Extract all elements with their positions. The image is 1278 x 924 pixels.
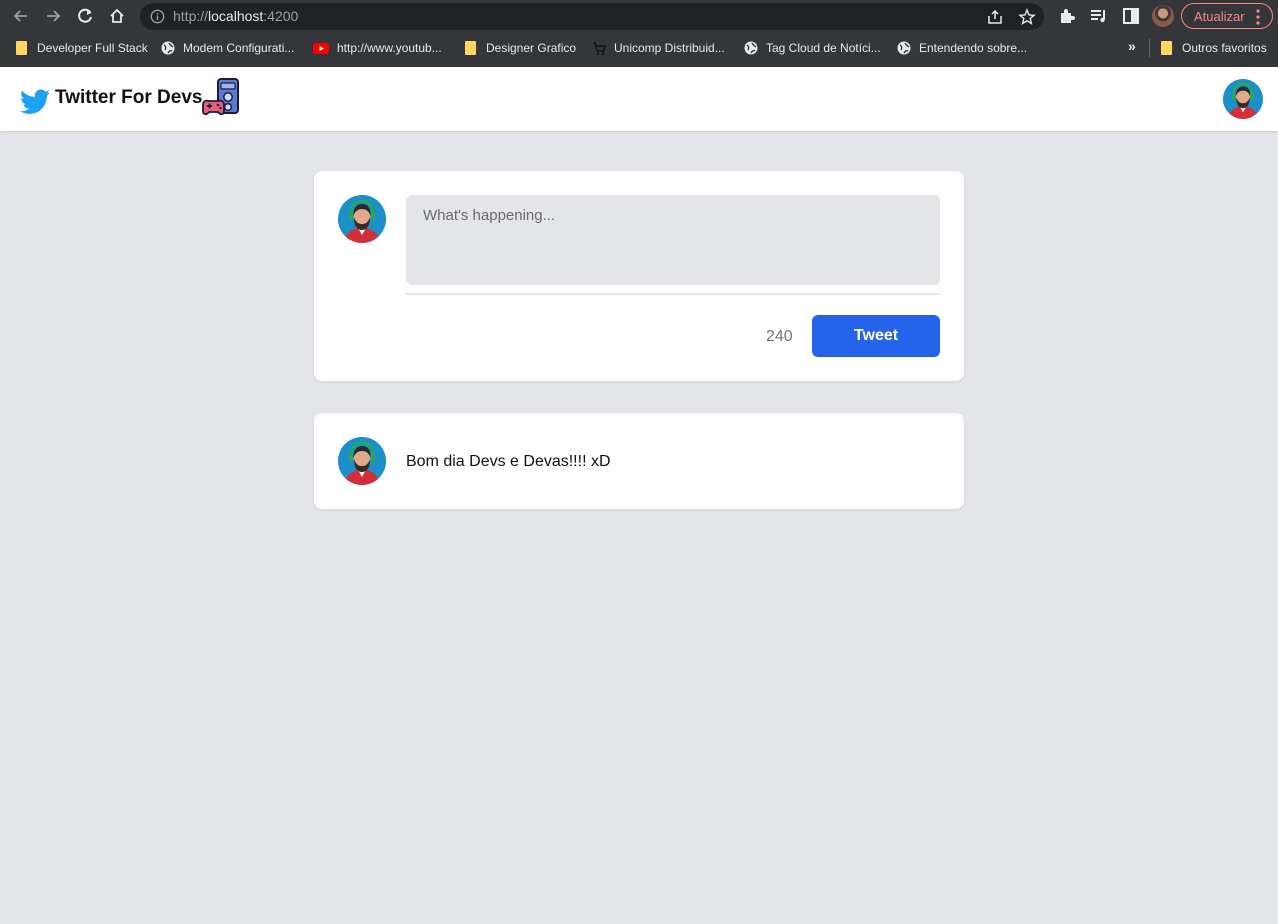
tweet-avatar (338, 437, 386, 485)
globe-icon (161, 41, 175, 55)
bookmark-label: Entendendo sobre... (919, 41, 1028, 55)
address-bar[interactable]: http://localhost:4200 (140, 3, 1044, 30)
bookmark-designer-grafico[interactable]: Designer Grafico (462, 39, 576, 57)
folder-icon (1161, 41, 1172, 55)
app-header: Twitter For Devs (0, 67, 1278, 131)
folder-icon (16, 41, 27, 55)
back-icon[interactable] (9, 4, 33, 28)
bookmark-entendendo-sobre[interactable]: Entendendo sobre... (897, 39, 1027, 57)
bookmarks-bar: Developer Full Stack Modem Configurati..… (0, 35, 1278, 61)
side-panel-icon[interactable] (1121, 6, 1141, 26)
home-icon[interactable] (105, 4, 129, 28)
info-icon[interactable] (150, 9, 165, 24)
update-button-label: Atualizar (1194, 9, 1245, 24)
composer-divider (406, 293, 940, 295)
bookmark-label: Outros favoritos (1182, 41, 1267, 55)
composer-avatar (338, 195, 386, 243)
twitter-bird-icon (20, 89, 50, 114)
user-avatar[interactable] (1223, 79, 1263, 119)
share-icon[interactable] (986, 8, 1004, 26)
bookmark-outros-favoritos[interactable]: Outros favoritos (1158, 39, 1267, 57)
bookmark-star-icon[interactable] (1018, 8, 1036, 26)
brand[interactable]: Twitter For Devs (20, 78, 242, 119)
bookmark-label: http://www.youtub... (337, 41, 442, 55)
tweet-input[interactable] (406, 195, 940, 285)
char-count: 240 (766, 328, 793, 345)
app-title: Twitter For Devs (55, 87, 203, 108)
globe-icon (897, 41, 911, 55)
update-button[interactable]: Atualizar (1181, 3, 1273, 29)
extensions-icon[interactable] (1057, 6, 1077, 26)
browser-chrome: http://localhost:4200 Atualizar Develope… (0, 0, 1278, 67)
bookmark-tag-cloud[interactable]: Tag Cloud de Notíci... (744, 39, 881, 57)
bookmark-modem-configuration[interactable]: Modem Configurati... (161, 39, 294, 57)
bookmark-label: Modem Configurati... (183, 41, 295, 55)
bookmark-developer-full-stack[interactable]: Developer Full Stack (13, 39, 148, 57)
forward-icon[interactable] (41, 4, 65, 28)
url-scheme: http:// (173, 8, 209, 24)
browser-toolbar: http://localhost:4200 Atualizar (0, 0, 1278, 33)
url-host: localhost (208, 8, 264, 24)
tweet-composer: 240 Tweet (314, 171, 964, 381)
folder-icon (465, 41, 476, 55)
bookmark-youtube[interactable]: http://www.youtub... (313, 39, 442, 57)
bookmark-label: Designer Grafico (486, 41, 577, 55)
browser-profile-avatar[interactable] (1152, 5, 1174, 27)
bookmark-unicomp[interactable]: Unicomp Distribuid... (592, 39, 725, 57)
bookmark-label: Unicomp Distribuid... (614, 41, 725, 55)
gamer-pc-logo-icon (202, 78, 240, 116)
bookmarks-separator (1149, 39, 1150, 57)
bookmark-label: Developer Full Stack (37, 41, 148, 55)
youtube-icon (313, 43, 329, 54)
menu-dots-icon (1256, 9, 1260, 25)
reload-icon[interactable] (73, 4, 97, 28)
url-text[interactable]: http://localhost:4200 (173, 8, 298, 24)
media-queue-icon[interactable] (1089, 6, 1109, 26)
tweet-card: Bom dia Devs e Devas!!!! xD (314, 413, 964, 509)
bookmarks-overflow-button[interactable]: » (1128, 38, 1136, 54)
url-port: :4200 (263, 8, 299, 24)
tweet-button[interactable]: Tweet (812, 315, 940, 357)
bookmark-label: Tag Cloud de Notíci... (766, 41, 881, 55)
globe-icon (744, 41, 758, 55)
cart-icon (593, 42, 606, 55)
tweet-text: Bom dia Devs e Devas!!!! xD (406, 453, 611, 470)
